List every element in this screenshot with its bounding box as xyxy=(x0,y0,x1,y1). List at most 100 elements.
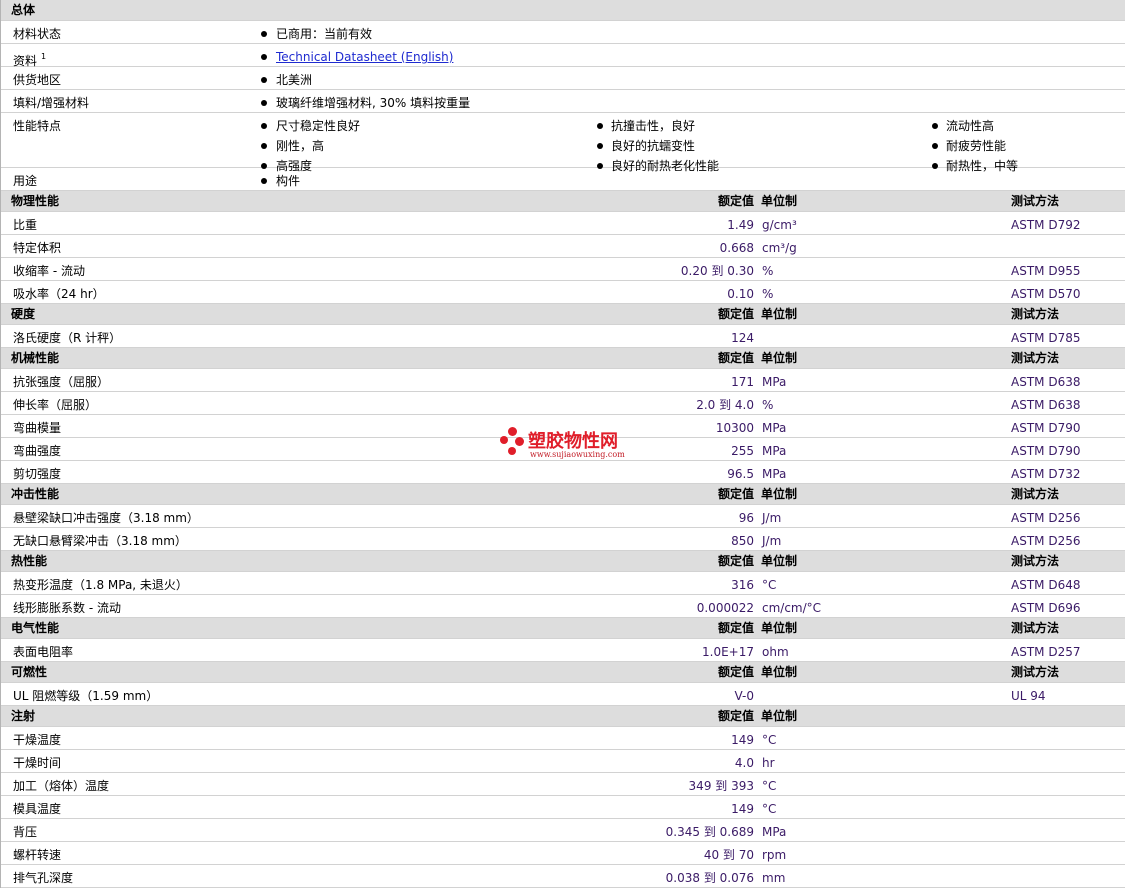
property-row: 特定体积 0.668 cm³/g xyxy=(1,235,1125,258)
property-value: 0.038 到 0.076 xyxy=(665,871,754,885)
row-value: 构件 xyxy=(276,174,301,188)
col-header-rated: 额定值 xyxy=(717,709,754,723)
property-label: 特定体积 xyxy=(13,241,62,255)
test-method: ASTM D790 xyxy=(1011,444,1081,458)
row-region: 供货地区 北美洲 xyxy=(1,67,1125,90)
property-label: 干燥时间 xyxy=(13,756,62,770)
property-unit: J/m xyxy=(762,511,782,525)
col-header-rated: 额定值 xyxy=(717,665,754,679)
property-row: 线形膨胀系数 - 流动 0.000022 cm/cm/°C ASTM D696 xyxy=(1,595,1125,618)
property-value: 0.000022 xyxy=(696,601,754,615)
col-header-method: 测试方法 xyxy=(1011,665,1060,679)
row-label: 填料/增强材料 xyxy=(13,96,90,110)
test-method: ASTM D696 xyxy=(1011,601,1081,615)
col-header-method: 测试方法 xyxy=(1011,554,1060,568)
section-title: 硬度 xyxy=(11,307,36,321)
property-row: 悬壁梁缺口冲击强度（3.18 mm） 96 J/m ASTM D256 xyxy=(1,505,1125,528)
property-unit: MPa xyxy=(762,444,787,458)
section-title: 电气性能 xyxy=(11,621,60,635)
property-unit: % xyxy=(762,287,774,301)
property-value: 149 xyxy=(731,733,754,747)
property-label: 悬壁梁缺口冲击强度（3.18 mm） xyxy=(13,511,199,525)
test-method: ASTM D257 xyxy=(1011,645,1081,659)
property-label: 加工（熔体）温度 xyxy=(13,779,110,793)
property-unit: MPa xyxy=(762,421,787,435)
col-header-unit: 单位制 xyxy=(761,487,798,501)
property-value: 149 xyxy=(731,802,754,816)
col-header-unit: 单位制 xyxy=(761,351,798,365)
property-row: 排气孔深度 0.038 到 0.076 mm xyxy=(1,865,1125,888)
property-unit: ohm xyxy=(762,645,789,659)
property-label: 弯曲模量 xyxy=(13,421,62,435)
row-value: 玻璃纤维增强材料, 30% 填料按重量 xyxy=(276,96,471,110)
bullet-icon xyxy=(261,77,267,83)
logo-dot-icon xyxy=(500,436,508,444)
test-method: ASTM D792 xyxy=(1011,218,1081,232)
col-header-method: 测试方法 xyxy=(1011,621,1060,635)
test-method: ASTM D648 xyxy=(1011,578,1081,592)
property-label: UL 阻燃等级（1.59 mm） xyxy=(13,689,159,703)
section-title: 可燃性 xyxy=(11,665,48,679)
section-title: 机械性能 xyxy=(11,351,60,365)
bullet-icon xyxy=(261,100,267,106)
feature-item: 尺寸稳定性良好 xyxy=(276,119,361,133)
property-value: 10300 xyxy=(715,421,754,435)
row-uses: 用途 构件 xyxy=(1,168,1125,191)
property-label: 无缺口悬臂梁冲击（3.18 mm） xyxy=(13,534,187,548)
property-row: 背压 0.345 到 0.689 MPa xyxy=(1,819,1125,842)
row-label: 性能特点 xyxy=(13,119,62,133)
feature-item: 耐疲劳性能 xyxy=(946,139,1007,153)
property-row: 无缺口悬臂梁冲击（3.18 mm） 850 J/m ASTM D256 xyxy=(1,528,1125,551)
property-label: 收缩率 - 流动 xyxy=(13,264,85,278)
property-row: UL 阻燃等级（1.59 mm） V-0 UL 94 xyxy=(1,683,1125,706)
section-title: 物理性能 xyxy=(11,194,60,208)
col-header-unit: 单位制 xyxy=(761,554,798,568)
logo-dot-icon xyxy=(508,447,516,455)
test-method: ASTM D638 xyxy=(1011,398,1081,412)
row-value: 已商用：当前有效 xyxy=(276,27,373,41)
property-label: 热变形温度（1.8 MPa, 未退火） xyxy=(13,578,188,592)
bullet-icon xyxy=(261,54,267,60)
property-row: 吸水率（24 hr） 0.10% ASTM D570 xyxy=(1,281,1125,304)
property-label: 螺杆转速 xyxy=(13,848,62,862)
property-label: 排气孔深度 xyxy=(13,871,74,885)
property-row: 干燥时间 4.0 hr xyxy=(1,750,1125,773)
test-method: ASTM D570 xyxy=(1011,287,1081,301)
property-row: 收缩率 - 流动 0.20 到 0.30% ASTM D955 xyxy=(1,258,1125,281)
section-header: 可燃性 额定值 单位制 测试方法 xyxy=(1,662,1125,683)
bullet-icon xyxy=(932,143,938,149)
technical-datasheet-link[interactable]: Technical Datasheet (English) xyxy=(276,50,453,64)
bullet-icon xyxy=(932,123,938,129)
property-unit: MPa xyxy=(762,825,787,839)
property-unit: °C xyxy=(762,802,777,816)
test-method: ASTM D955 xyxy=(1011,264,1081,278)
property-value: 171 xyxy=(731,375,754,389)
col-header-unit: 单位制 xyxy=(761,194,798,208)
property-value: 1.0E+17 xyxy=(702,645,754,659)
feature-item: 抗撞击性，良好 xyxy=(611,119,696,133)
section-header: 硬度 额定值 单位制 测试方法 xyxy=(1,304,1125,325)
col-header-rated: 额定值 xyxy=(717,351,754,365)
property-row: 加工（熔体）温度 349 到 393 °C xyxy=(1,773,1125,796)
property-label: 剪切强度 xyxy=(13,467,62,481)
property-label: 干燥温度 xyxy=(13,733,62,747)
property-value: 96.5 xyxy=(727,467,754,481)
col-header-rated: 额定值 xyxy=(717,487,754,501)
property-unit: % xyxy=(762,264,774,278)
property-unit: °C xyxy=(762,779,777,793)
property-row: 抗张强度（屈服） 171 MPa ASTM D638 xyxy=(1,369,1125,392)
bullet-icon xyxy=(261,31,267,37)
property-row: 热变形温度（1.8 MPa, 未退火） 316 °C ASTM D648 xyxy=(1,572,1125,595)
property-row: 干燥温度 149 °C xyxy=(1,727,1125,750)
property-value: 40 到 70 xyxy=(703,848,754,862)
property-row: 剪切强度 96.5 MPa ASTM D732 xyxy=(1,461,1125,484)
row-label: 供货地区 xyxy=(13,73,62,87)
row-material-status: 材料状态 已商用：当前有效 xyxy=(1,21,1125,44)
property-label: 背压 xyxy=(13,825,38,839)
test-method: ASTM D785 xyxy=(1011,331,1081,345)
property-unit: cm/cm/°C xyxy=(762,601,822,615)
col-header-unit: 单位制 xyxy=(761,709,798,723)
section-header: 电气性能 额定值 单位制 测试方法 xyxy=(1,618,1125,639)
section-title: 热性能 xyxy=(11,554,48,568)
bullet-icon xyxy=(261,143,267,149)
